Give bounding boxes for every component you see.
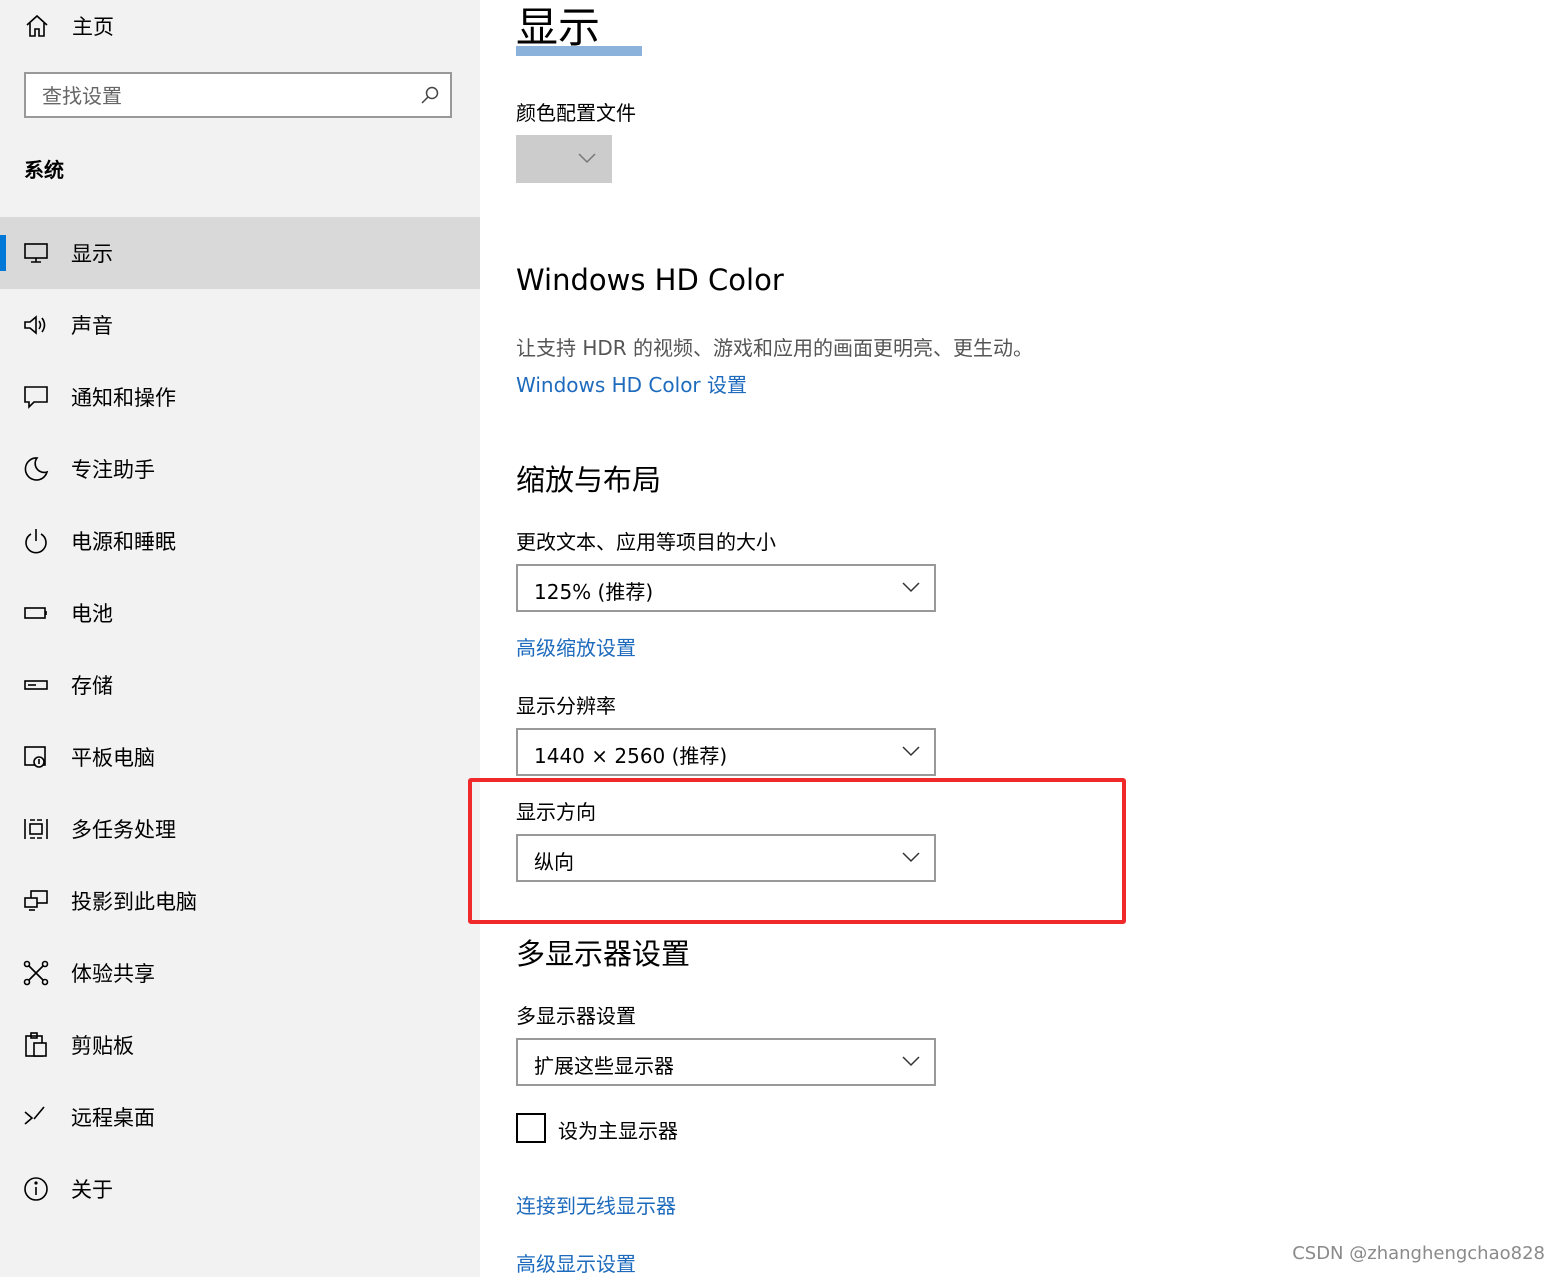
search-box[interactable] [24, 72, 452, 118]
sidebar-item-label: 通知和操作 [71, 386, 176, 410]
resolution-label: 显示分辨率 [516, 694, 616, 718]
main-display-checkbox-label[interactable]: 设为主显示器 [558, 1115, 678, 1144]
sidebar-item-label: 远程桌面 [71, 1106, 155, 1130]
chevron-down-icon [902, 582, 920, 593]
search-input[interactable] [40, 82, 414, 110]
sidebar-item-label: 显示 [71, 242, 113, 266]
sidebar-item-label: 平板电脑 [71, 746, 155, 770]
cut-off-link[interactable] [516, 46, 656, 62]
hd-color-heading: Windows HD Color [516, 263, 784, 297]
hd-color-description: 让支持 HDR 的视频、游戏和应用的画面更明亮、更生动。 [516, 336, 1034, 360]
sidebar-item-storage[interactable]: 存储 [0, 649, 480, 721]
resolution-dropdown[interactable]: 1440 × 2560 (推荐) [516, 728, 936, 776]
sidebar-item-label: 专注助手 [71, 458, 155, 482]
scale-value: 125% (推荐) [534, 580, 654, 604]
scale-layout-heading: 缩放与布局 [516, 463, 662, 497]
sidebar-item-about[interactable]: 关于 [0, 1153, 480, 1225]
sidebar-item-label: 体验共享 [71, 962, 155, 986]
multitask-icon [24, 819, 48, 839]
sidebar-item-project[interactable]: 投影到此电脑 [0, 865, 480, 937]
multi-display-heading: 多显示器设置 [516, 937, 691, 971]
power-icon [25, 529, 47, 554]
color-profile-label: 颜色配置文件 [516, 101, 636, 125]
chevron-down-icon [902, 746, 920, 757]
advanced-display-link[interactable]: 高级显示设置 [516, 1248, 636, 1277]
scale-label: 更改文本、应用等项目的大小 [516, 530, 776, 554]
sidebar-item-label: 剪贴板 [71, 1034, 134, 1058]
clipboard-icon [25, 1032, 47, 1057]
tablet-icon [24, 746, 46, 768]
sidebar: 主页 系统 显示 声音 通知和操作 专注助手 [0, 0, 480, 1277]
sidebar-item-label: 关于 [71, 1178, 113, 1202]
chevron-down-icon [578, 153, 596, 164]
main-content: 显示 颜色配置文件 Windows HD Color 让支持 HDR 的视频、游… [480, 0, 1559, 1277]
advanced-scaling-link[interactable]: 高级缩放设置 [516, 632, 636, 661]
notification-icon [24, 386, 48, 409]
storage-icon [24, 680, 48, 690]
home-label: 主页 [72, 15, 114, 39]
chevron-down-icon [902, 1056, 920, 1067]
sidebar-item-focus-assist[interactable]: 专注助手 [0, 433, 480, 505]
share-icon [23, 960, 49, 986]
multi-display-dropdown[interactable]: 扩展这些显示器 [516, 1038, 936, 1086]
multi-display-value: 扩展这些显示器 [534, 1054, 674, 1078]
sidebar-item-label: 声音 [71, 314, 113, 338]
sidebar-item-clipboard[interactable]: 剪贴板 [0, 1009, 480, 1081]
remote-desktop-icon [24, 1106, 45, 1125]
sidebar-item-multitasking[interactable]: 多任务处理 [0, 793, 480, 865]
home-link[interactable]: 主页 [24, 6, 114, 46]
multi-display-label: 多显示器设置 [516, 1004, 636, 1028]
sidebar-item-label: 多任务处理 [71, 818, 176, 842]
highlight-annotation-box [468, 778, 1126, 924]
home-icon [26, 14, 48, 37]
sidebar-item-remote-desktop[interactable]: 远程桌面 [0, 1081, 480, 1153]
project-icon [24, 890, 48, 911]
section-title: 系统 [24, 158, 64, 182]
watermark: CSDN @zhanghengchao828 [1292, 1243, 1545, 1264]
scale-dropdown[interactable]: 125% (推荐) [516, 564, 936, 612]
info-icon [24, 1177, 48, 1201]
sidebar-item-battery[interactable]: 电池 [0, 577, 480, 649]
selected-indicator [0, 235, 6, 271]
sidebar-item-shared-experiences[interactable]: 体验共享 [0, 937, 480, 1009]
resolution-value: 1440 × 2560 (推荐) [534, 744, 728, 768]
sidebar-item-label: 存储 [71, 674, 113, 698]
speaker-icon [24, 315, 46, 335]
color-profile-dropdown[interactable] [516, 135, 612, 183]
sidebar-item-tablet[interactable]: 平板电脑 [0, 721, 480, 793]
sidebar-item-sound[interactable]: 声音 [0, 289, 480, 361]
sidebar-item-label: 电源和睡眠 [71, 530, 176, 554]
sidebar-item-display[interactable]: 显示 [0, 217, 480, 289]
sidebar-item-power-sleep[interactable]: 电源和睡眠 [0, 505, 480, 577]
battery-icon [24, 607, 47, 619]
monitor-icon [24, 243, 48, 263]
search-icon[interactable] [420, 85, 440, 105]
main-display-checkbox[interactable] [516, 1113, 546, 1143]
moon-icon [24, 457, 49, 481]
sidebar-item-label: 投影到此电脑 [71, 890, 197, 914]
hd-color-settings-link[interactable]: Windows HD Color 设置 [516, 369, 747, 398]
wireless-display-link[interactable]: 连接到无线显示器 [516, 1190, 676, 1219]
sidebar-item-label: 电池 [71, 602, 113, 626]
sidebar-item-notifications[interactable]: 通知和操作 [0, 361, 480, 433]
